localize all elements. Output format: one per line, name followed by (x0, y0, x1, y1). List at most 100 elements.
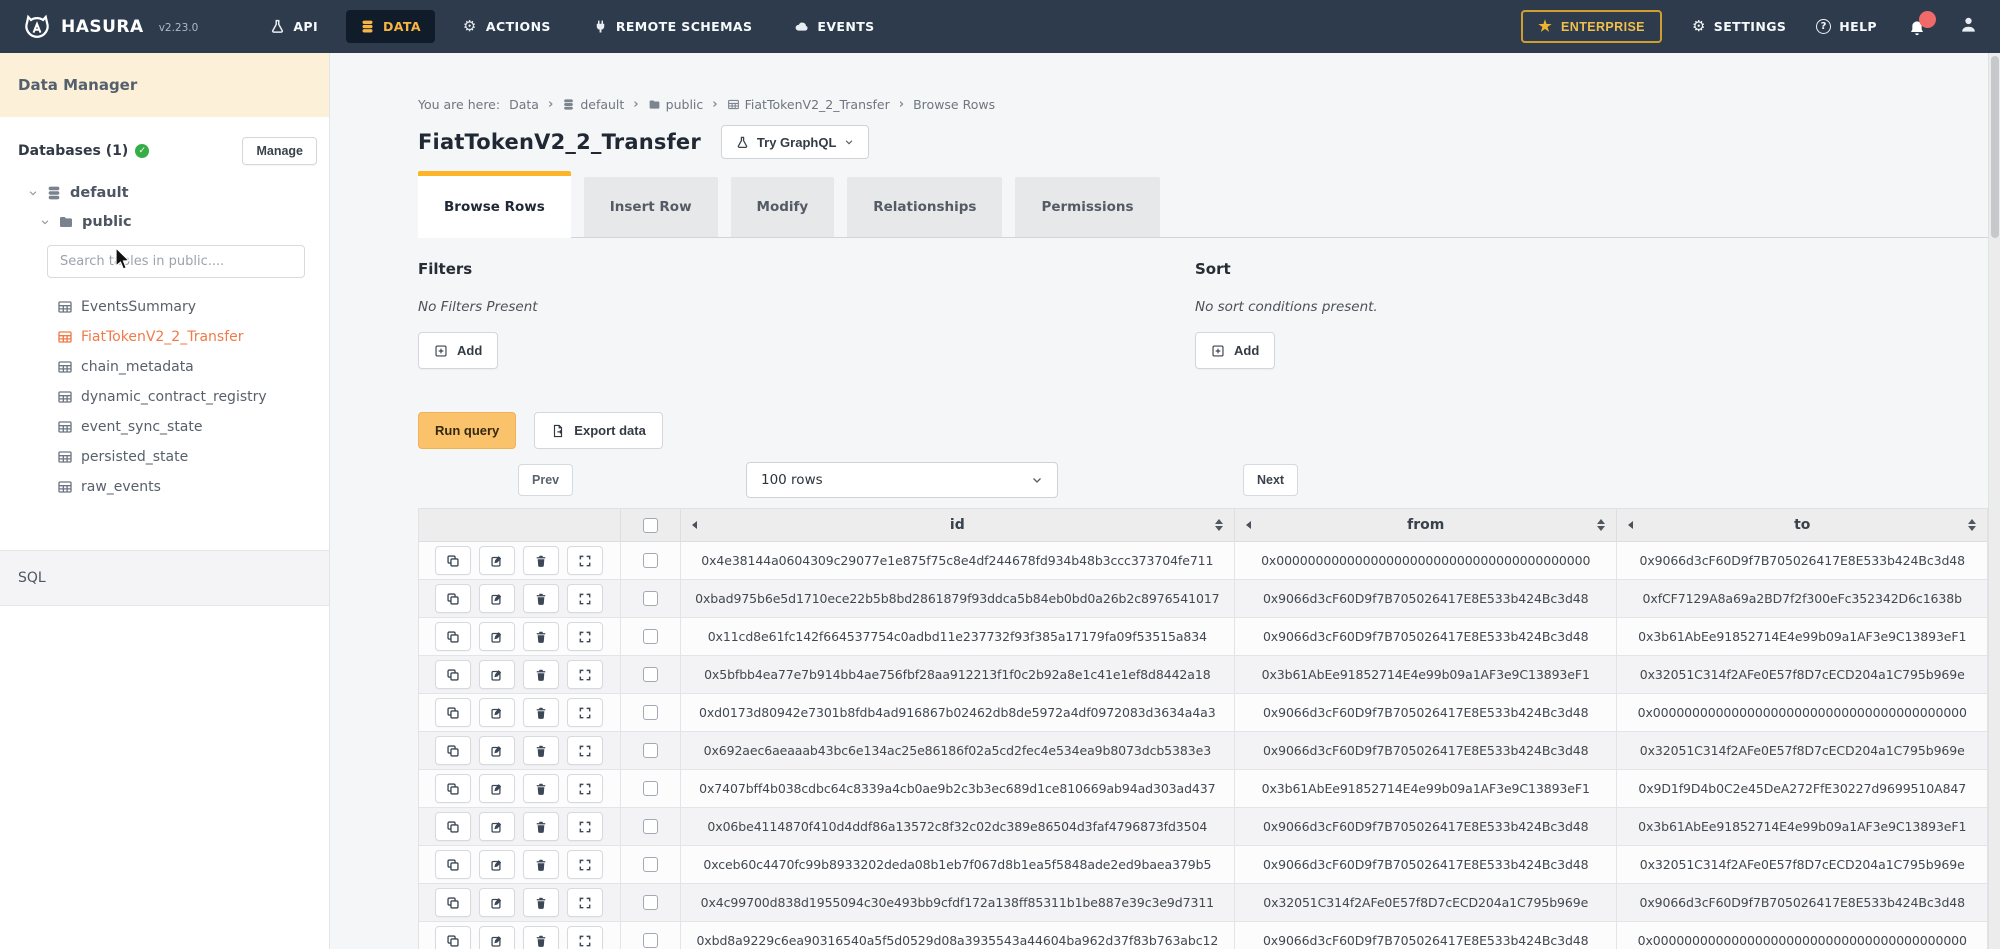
row-checkbox[interactable] (643, 629, 658, 644)
sort-icon[interactable] (1597, 519, 1605, 532)
copy-row-button[interactable] (435, 926, 471, 949)
tab-browse-rows[interactable]: Browse Rows (418, 171, 571, 238)
expand-row-button[interactable] (567, 774, 603, 803)
tab-permissions[interactable]: Permissions (1015, 177, 1159, 237)
edit-row-button[interactable] (479, 546, 515, 575)
edit-row-button[interactable] (479, 660, 515, 689)
expand-row-button[interactable] (567, 584, 603, 613)
prev-page-button[interactable]: Prev (518, 464, 573, 496)
try-graphql-button[interactable]: Try GraphQL (721, 125, 869, 159)
table-search-input[interactable] (47, 245, 305, 278)
copy-row-button[interactable] (435, 622, 471, 651)
row-checkbox[interactable] (643, 591, 658, 606)
sql-section[interactable]: SQL (0, 550, 329, 606)
edit-row-button[interactable] (479, 622, 515, 651)
copy-row-button[interactable] (435, 774, 471, 803)
expand-row-button[interactable] (567, 622, 603, 651)
expand-row-button[interactable] (567, 546, 603, 575)
expand-row-button[interactable] (567, 812, 603, 841)
copy-row-button[interactable] (435, 698, 471, 727)
sidebar-table-chain-metadata[interactable]: chain_metadata (0, 352, 329, 382)
expand-row-button[interactable] (567, 736, 603, 765)
edit-row-button[interactable] (479, 888, 515, 917)
notifications-button[interactable] (1907, 15, 1929, 39)
row-checkbox[interactable] (643, 781, 658, 796)
add-filter-button[interactable]: Add (418, 332, 498, 369)
nav-item-data[interactable]: DATA (346, 10, 435, 43)
breadcrumb-item-data[interactable]: Data (509, 97, 539, 112)
sidebar-table-dynamic-contract-registry[interactable]: dynamic_contract_registry (0, 382, 329, 412)
sort-icon[interactable] (1968, 519, 1976, 532)
row-checkbox[interactable] (643, 857, 658, 872)
expand-row-button[interactable] (567, 850, 603, 879)
expand-row-button[interactable] (567, 698, 603, 727)
settings-button[interactable]: ⚙ SETTINGS (1692, 19, 1786, 34)
row-checkbox[interactable] (643, 667, 658, 682)
expand-row-button[interactable] (567, 926, 603, 949)
delete-row-button[interactable] (523, 660, 559, 689)
edit-row-button[interactable] (479, 698, 515, 727)
breadcrumb-item-public[interactable]: public (648, 97, 704, 112)
tab-insert-row[interactable]: Insert Row (584, 177, 718, 237)
delete-row-button[interactable] (523, 850, 559, 879)
tab-modify[interactable]: Modify (731, 177, 835, 237)
column-header-to[interactable]: to (1617, 509, 1987, 541)
select-all-checkbox[interactable] (643, 518, 658, 533)
nav-item-events[interactable]: EVENTS (780, 10, 888, 43)
tree-node-default[interactable]: default (28, 185, 329, 201)
next-page-button[interactable]: Next (1243, 464, 1298, 496)
edit-row-button[interactable] (479, 926, 515, 949)
row-checkbox[interactable] (643, 933, 658, 948)
edit-row-button[interactable] (479, 774, 515, 803)
nav-item-remote-schemas[interactable]: REMOTE SCHEMAS (579, 10, 767, 43)
copy-row-button[interactable] (435, 888, 471, 917)
delete-row-button[interactable] (523, 888, 559, 917)
edit-row-button[interactable] (479, 850, 515, 879)
delete-row-button[interactable] (523, 546, 559, 575)
delete-row-button[interactable] (523, 698, 559, 727)
delete-row-button[interactable] (523, 622, 559, 651)
scrollbar-thumb[interactable] (1991, 56, 1999, 238)
page-scrollbar[interactable] (1988, 53, 2000, 949)
sidebar-table-eventssummary[interactable]: EventsSummary (0, 292, 329, 322)
rows-per-page-select[interactable]: 100 rows (746, 462, 1058, 498)
tree-node-public[interactable]: public (40, 214, 329, 230)
copy-row-button[interactable] (435, 736, 471, 765)
collapse-column-icon[interactable] (1246, 521, 1251, 529)
copy-row-button[interactable] (435, 812, 471, 841)
copy-row-button[interactable] (435, 660, 471, 689)
delete-row-button[interactable] (523, 584, 559, 613)
copy-row-button[interactable] (435, 584, 471, 613)
delete-row-button[interactable] (523, 774, 559, 803)
sidebar-table-raw-events[interactable]: raw_events (0, 472, 329, 502)
edit-row-button[interactable] (479, 736, 515, 765)
chevron-down-icon[interactable] (28, 188, 38, 198)
collapse-column-icon[interactable] (692, 521, 697, 529)
row-checkbox[interactable] (643, 895, 658, 910)
breadcrumb-item-default[interactable]: default (562, 97, 624, 112)
sidebar-table-persisted-state[interactable]: persisted_state (0, 442, 329, 472)
sidebar-table-event-sync-state[interactable]: event_sync_state (0, 412, 329, 442)
copy-row-button[interactable] (435, 850, 471, 879)
manage-button[interactable]: Manage (242, 137, 317, 165)
nav-item-api[interactable]: API (256, 10, 332, 43)
add-sort-button[interactable]: Add (1195, 332, 1275, 369)
delete-row-button[interactable] (523, 812, 559, 841)
tab-relationships[interactable]: Relationships (847, 177, 1002, 237)
column-header-from[interactable]: from (1235, 509, 1618, 541)
collapse-column-icon[interactable] (1628, 521, 1633, 529)
row-checkbox[interactable] (643, 553, 658, 568)
export-data-button[interactable]: Export data (534, 412, 663, 449)
breadcrumb-item-table[interactable]: FiatTokenV2_2_Transfer (727, 97, 890, 112)
edit-row-button[interactable] (479, 812, 515, 841)
delete-row-button[interactable] (523, 926, 559, 949)
enterprise-button[interactable]: ★ ENTERPRISE (1521, 10, 1662, 43)
copy-row-button[interactable] (435, 546, 471, 575)
sort-icon[interactable] (1215, 519, 1223, 532)
row-checkbox[interactable] (643, 743, 658, 758)
edit-row-button[interactable] (479, 584, 515, 613)
help-button[interactable]: ? HELP (1816, 19, 1877, 34)
expand-row-button[interactable] (567, 660, 603, 689)
expand-row-button[interactable] (567, 888, 603, 917)
run-query-button[interactable]: Run query (418, 412, 516, 449)
